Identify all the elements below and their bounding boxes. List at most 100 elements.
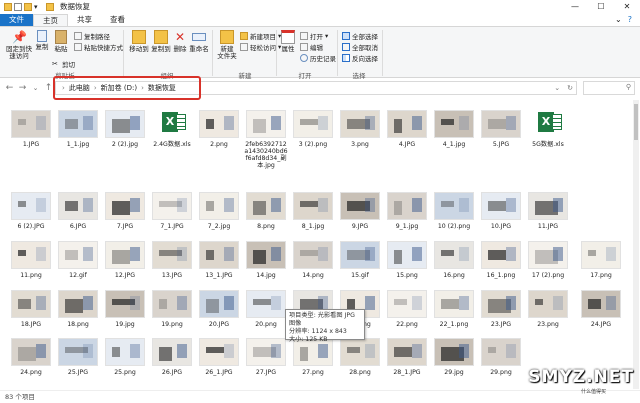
image-thumbnail: [581, 290, 621, 318]
recent-dropdown-icon[interactable]: ⌄: [29, 84, 42, 92]
image-thumbnail: [152, 338, 192, 366]
file-name: 18.JPG: [20, 321, 42, 328]
image-thumbnail: [293, 241, 333, 269]
image-thumbnail: [246, 338, 286, 366]
search-input[interactable]: ⚲: [583, 81, 635, 95]
edit-button[interactable]: 编辑: [300, 42, 323, 52]
image-thumbnail: [293, 110, 333, 138]
group-divider: [123, 30, 124, 76]
ribbon-tabs: 文件 主页 共享 查看 ⌄ ?: [0, 13, 640, 26]
collapse-ribbon-icon[interactable]: ⌄: [615, 14, 622, 26]
copy-button[interactable]: 复制: [34, 30, 50, 51]
image-thumbnail: [340, 241, 380, 269]
vertical-scrollbar[interactable]: [633, 100, 639, 389]
forward-arrow-icon[interactable]: →: [16, 83, 29, 93]
tooltip-resolution: 分辨率: 1124 x 843: [289, 328, 347, 335]
image-thumbnail: [387, 290, 427, 318]
pin-icon: 📌: [12, 30, 27, 44]
easy-access-icon: [240, 43, 248, 51]
dropdown-icon[interactable]: ▾: [34, 3, 40, 11]
tab-view[interactable]: 查看: [101, 14, 134, 26]
close-button[interactable]: ✕: [614, 0, 640, 13]
image-thumbnail: [11, 338, 51, 366]
invert-selection-button[interactable]: 反向选择: [342, 53, 378, 63]
image-thumbnail: [199, 338, 239, 366]
paste-button[interactable]: 粘贴: [52, 30, 70, 53]
file-name: 6.JPG: [69, 223, 87, 230]
file-name: 15.gif: [351, 272, 369, 279]
copy-to-button[interactable]: 复制到: [150, 30, 172, 53]
copy-icon: [37, 30, 47, 42]
image-thumbnail: [528, 290, 568, 318]
tab-home[interactable]: 主页: [33, 14, 68, 26]
open-button[interactable]: 打开 ▾: [300, 31, 328, 41]
paste-shortcut-button[interactable]: 粘贴快捷方式: [74, 42, 123, 52]
paste-shortcut-icon: [74, 43, 82, 51]
file-name: 1_1.jpg: [66, 141, 90, 148]
image-thumbnail: [434, 192, 474, 220]
maximize-button[interactable]: ☐: [588, 0, 614, 13]
select-none-icon: [342, 43, 350, 51]
history-icon: [300, 54, 308, 62]
move-to-button[interactable]: 移动到: [128, 30, 150, 53]
file-name: 7_1.JPG: [160, 223, 184, 230]
check-icon[interactable]: [14, 2, 22, 11]
select-none-button[interactable]: 全部取消: [342, 42, 378, 52]
image-thumbnail: [199, 110, 239, 138]
status-bar: 83 个项目: [0, 390, 640, 402]
invert-selection-icon: [342, 54, 350, 62]
item-count: 83 个项目: [5, 393, 35, 401]
paste-icon: [55, 30, 67, 44]
help-icon[interactable]: ?: [628, 14, 632, 26]
file-name: 2.png: [210, 141, 228, 148]
select-all-button[interactable]: 全部选择: [342, 31, 378, 41]
copy-path-button[interactable]: 复制路径: [74, 31, 110, 41]
new-folder-icon: [220, 30, 234, 44]
scrollbar-thumb[interactable]: [634, 104, 638, 140]
file-name: 11.JPG: [537, 223, 559, 230]
search-icon: ⚲: [625, 83, 631, 91]
pin-quick-access-button[interactable]: 📌 固定到快 速访问: [4, 30, 34, 60]
file-name: 11.png: [20, 272, 42, 279]
file-name: 19.jpg: [115, 321, 135, 328]
file-name: 29.png: [490, 369, 512, 376]
delete-button[interactable]: ✕ 删除: [172, 30, 188, 53]
new-folder-button[interactable]: 新建 文件夹: [216, 30, 238, 60]
file-name: 3 (2).png: [298, 141, 328, 148]
cut-button[interactable]: ✂ 剪切: [52, 59, 75, 69]
file-name: 23.png: [537, 321, 559, 328]
history-button[interactable]: 历史记录: [300, 53, 336, 63]
file-name: 15.png: [396, 272, 418, 279]
file-name: 14.png: [302, 272, 324, 279]
image-thumbnail: [434, 241, 474, 269]
folder-icon[interactable]: [24, 2, 32, 11]
file-name: 28.png: [349, 369, 371, 376]
tab-file[interactable]: 文件: [0, 14, 33, 26]
back-arrow-icon[interactable]: ←: [3, 83, 16, 93]
folder-icon[interactable]: [4, 2, 12, 11]
image-thumbnail: [246, 192, 286, 220]
rename-button[interactable]: 重命名: [188, 30, 210, 53]
file-name: 9_1.jpg: [395, 223, 419, 230]
image-thumbnail: [11, 192, 51, 220]
refresh-icon[interactable]: ↻: [567, 84, 576, 92]
file-name: 22_1.png: [439, 321, 469, 328]
image-thumbnail: [152, 290, 192, 318]
minimize-button[interactable]: —: [562, 0, 588, 13]
select-all-icon: [342, 32, 350, 40]
image-thumbnail: [199, 192, 239, 220]
group-divider: [276, 30, 277, 76]
file-name: 6 (2).JPG: [17, 223, 45, 230]
image-thumbnail: [199, 290, 239, 318]
address-dropdown-icon[interactable]: ⌄: [554, 84, 563, 92]
properties-button[interactable]: 属性: [280, 30, 296, 53]
image-thumbnail: [387, 241, 427, 269]
image-thumbnail: [434, 338, 474, 366]
file-name: 23.JPG: [490, 321, 512, 328]
file-name: 2feb6392712a1430240bd6f6afd8d34_副本.jpg: [244, 141, 288, 169]
file-name: 17 (2).png: [531, 272, 565, 279]
tab-share[interactable]: 共享: [68, 14, 101, 26]
file-name: 16.png: [443, 272, 465, 279]
properties-icon: [281, 30, 295, 44]
copy-folder-icon: [154, 30, 168, 44]
